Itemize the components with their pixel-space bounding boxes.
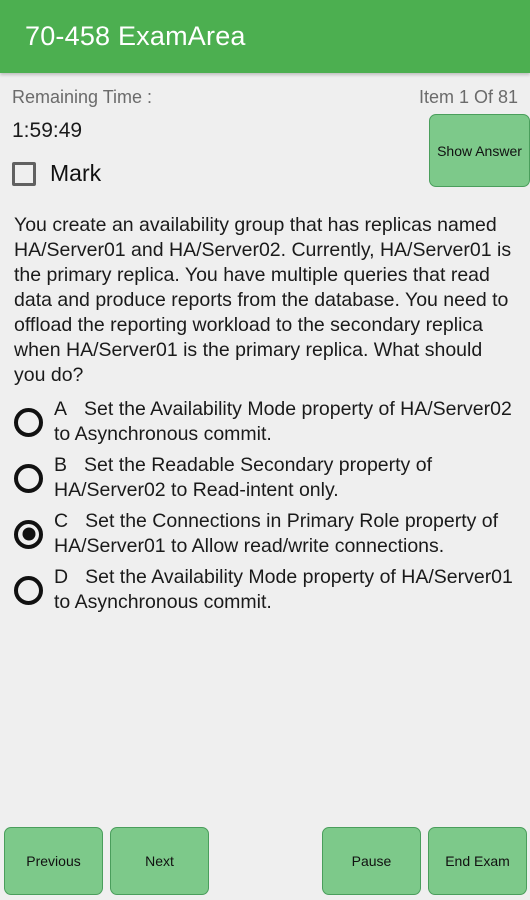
option-letter: B: [54, 454, 68, 476]
options-list: A Set the Availability Mode property of H…: [0, 397, 530, 615]
mark-label: Mark: [50, 160, 102, 186]
option-body: Set the Availability Mode property of HA…: [54, 398, 512, 445]
show-answer-button[interactable]: Show Answer: [429, 114, 530, 187]
option-text: A Set the Availability Mode property of H…: [54, 397, 520, 447]
previous-button[interactable]: Previous: [4, 827, 103, 895]
end-exam-button[interactable]: End Exam: [428, 827, 527, 895]
option-text: B Set the Readable Secondary property of …: [54, 453, 520, 503]
app-bar: 70-458 ExamArea: [0, 0, 530, 73]
option-row[interactable]: B Set the Readable Secondary property of …: [14, 453, 520, 503]
remaining-time-label: Remaining Time :: [12, 87, 153, 107]
option-radio-a[interactable]: [14, 407, 43, 437]
pause-button[interactable]: Pause: [322, 827, 421, 895]
option-letter: A: [54, 398, 68, 420]
option-row[interactable]: C Set the Connections in Primary Role pro…: [14, 509, 520, 559]
option-body: Set the Availability Mode property of HA…: [54, 566, 513, 613]
mark-checkbox[interactable]: [12, 161, 36, 186]
option-body: Set the Connections in Primary Role prop…: [54, 510, 499, 557]
option-text: D Set the Availability Mode property of H…: [54, 565, 520, 615]
option-letter: D: [54, 566, 69, 588]
next-button[interactable]: Next: [110, 827, 209, 895]
option-body: Set the Readable Secondary property of H…: [54, 454, 432, 501]
button-bar: Previous Next Pause End Exam: [0, 827, 530, 895]
option-radio-b[interactable]: [14, 463, 43, 493]
option-letter: C: [54, 510, 69, 532]
option-radio-d[interactable]: [14, 575, 43, 605]
status-row: Remaining Time : Item 1 Of 81: [0, 73, 530, 108]
option-row[interactable]: D Set the Availability Mode property of H…: [14, 565, 520, 615]
question-text: You create an availability group that ha…: [14, 214, 512, 386]
option-row[interactable]: A Set the Availability Mode property of H…: [14, 397, 520, 447]
app-title: 70-458 ExamArea: [25, 21, 246, 51]
option-text: C Set the Connections in Primary Role pro…: [54, 509, 520, 559]
item-counter: Item 1 Of 81: [418, 87, 518, 107]
timer-zone: 1:59:49 Mark Show Answer: [0, 108, 530, 213]
option-radio-c[interactable]: [14, 519, 43, 549]
